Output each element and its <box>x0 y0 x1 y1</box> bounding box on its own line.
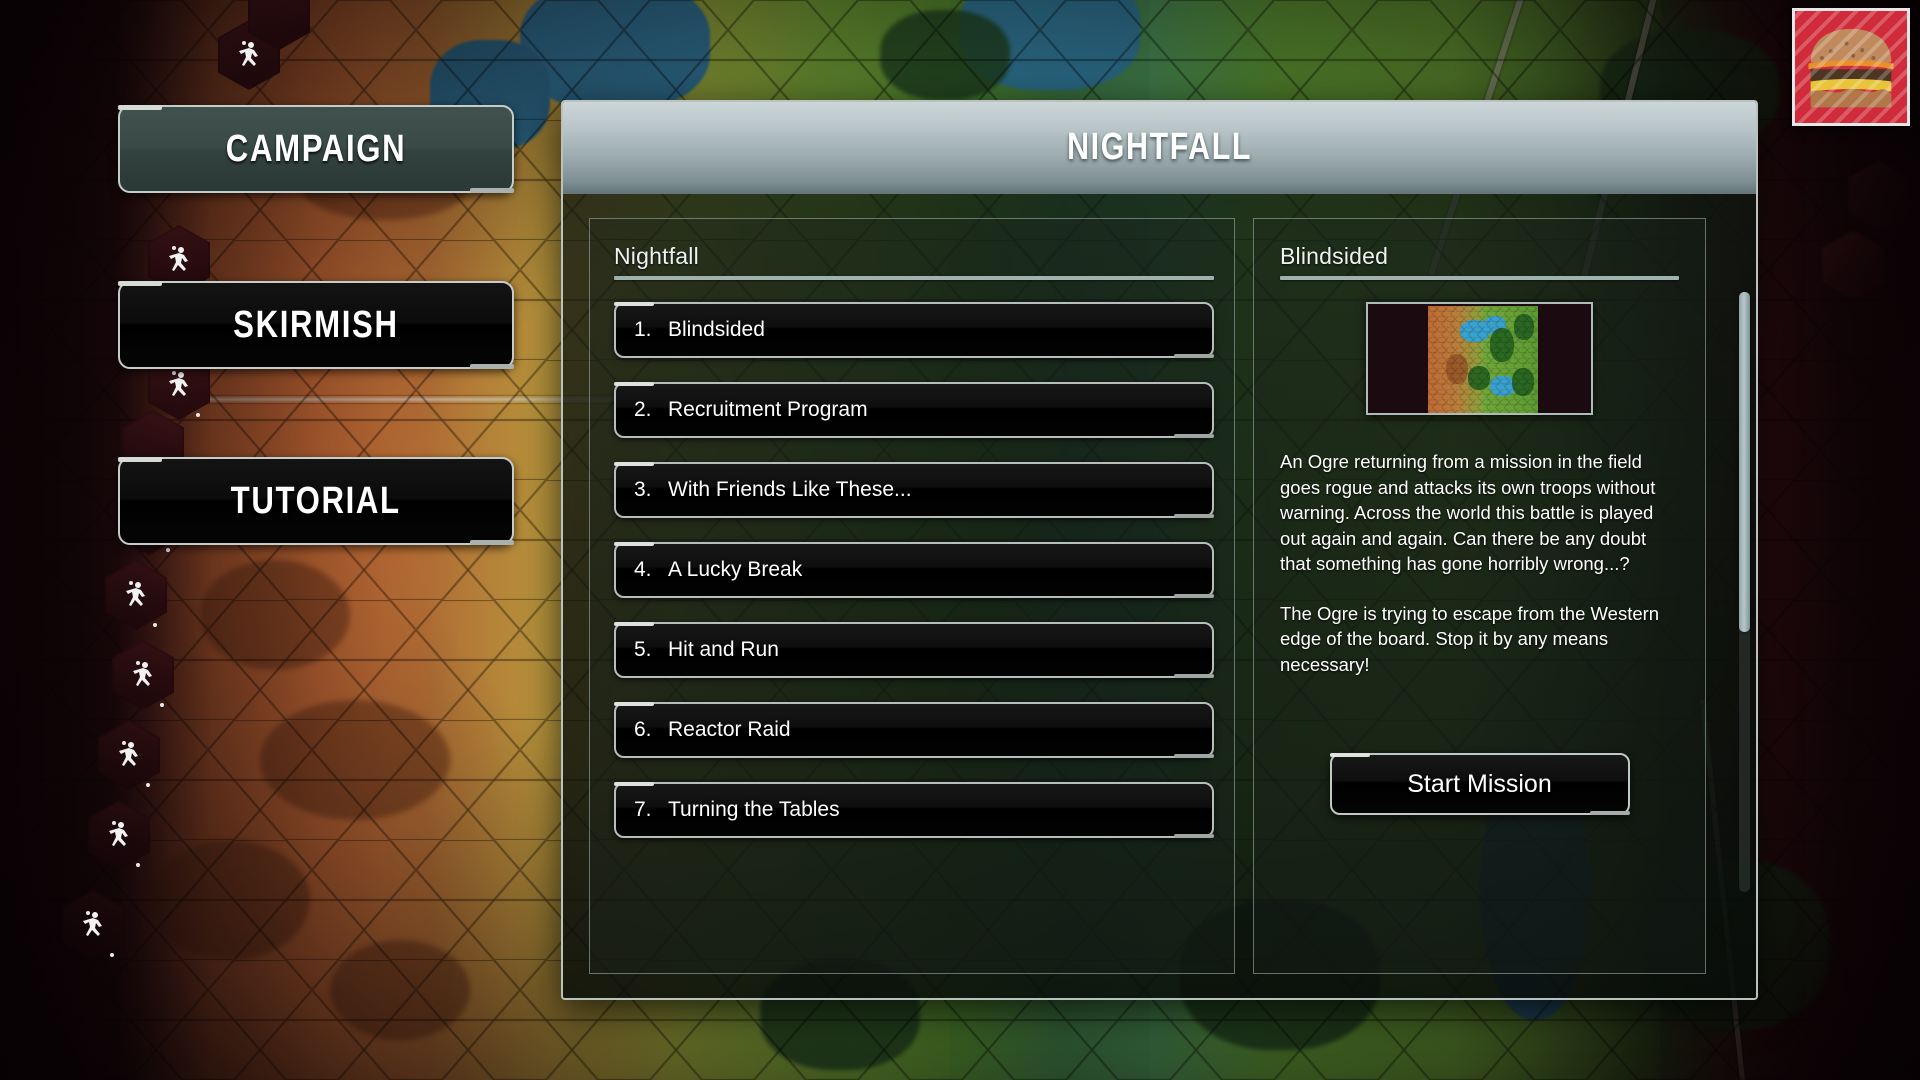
panel-divider <box>1235 218 1750 974</box>
corner-tab-icon <box>1329 753 1370 757</box>
corner-tab-icon <box>614 382 654 386</box>
infantry-unit-icon <box>109 822 128 846</box>
mission-number: 5. <box>634 638 652 661</box>
corner-tab-icon <box>470 188 514 193</box>
menu-button-tutorial[interactable]: TUTORIAL <box>118 457 514 545</box>
mission-description: An Ogre returning from a mission in the … <box>1280 449 1679 677</box>
main-menu: CAMPAIGN SKIRMISH TUTORIAL <box>118 105 514 633</box>
mission-item-4[interactable]: 4. A Lucky Break <box>614 542 1214 598</box>
heading-rule <box>1280 276 1679 280</box>
menu-button-skirmish[interactable]: SKIRMISH <box>118 281 514 369</box>
mission-name: Recruitment Program <box>668 398 868 421</box>
mission-name: Blindsided <box>668 318 765 341</box>
mission-number: 2. <box>634 398 652 421</box>
mission-detail-heading: Blindsided <box>1280 243 1389 269</box>
mission-number: 3. <box>634 478 652 501</box>
mission-detail-panel: Blindsided An Ogre returning from a miss… <box>1253 218 1706 974</box>
mission-list: 1. Blindsided 2. Recruitment Program 3. … <box>614 302 1214 838</box>
infantry-unit-icon <box>239 42 258 66</box>
hamburger-logo[interactable] <box>1792 8 1910 126</box>
mission-number: 1. <box>634 318 652 341</box>
mission-item-3[interactable]: 3. With Friends Like These... <box>614 462 1214 518</box>
corner-tab-icon <box>1174 354 1214 358</box>
corner-tab-icon <box>614 542 654 546</box>
corner-tab-icon <box>1174 434 1214 438</box>
mission-name: Reactor Raid <box>668 718 791 741</box>
thumb-hex-grid <box>1428 306 1538 413</box>
mission-name: Turning the Tables <box>668 798 840 821</box>
infantry-unit-icon <box>119 742 138 766</box>
corner-tab-icon <box>614 302 654 306</box>
corner-tab-icon <box>118 457 162 462</box>
mission-list-panel: Nightfall 1. Blindsided 2. Recruitment P… <box>589 218 1235 974</box>
start-mission-button[interactable]: Start Mission <box>1329 753 1630 815</box>
corner-tab-icon <box>614 462 654 466</box>
corner-tab-icon <box>1174 514 1214 518</box>
mission-map-thumbnail <box>1366 302 1593 415</box>
map-thumbnail-wrapper <box>1280 302 1679 415</box>
corner-tab-icon <box>614 782 654 786</box>
corner-tab-icon <box>1174 834 1214 838</box>
mission-name: A Lucky Break <box>668 558 803 581</box>
menu-button-campaign[interactable]: CAMPAIGN <box>118 105 514 193</box>
mission-item-5[interactable]: 5. Hit and Run <box>614 622 1214 678</box>
mission-description-paragraph-1: An Ogre returning from a mission in the … <box>1280 451 1656 574</box>
corner-tab-icon <box>614 702 654 706</box>
dialog-body: Nightfall 1. Blindsided 2. Recruitment P… <box>563 194 1756 998</box>
menu-button-label: TUTORIAL <box>230 479 402 522</box>
mission-list-heading: Nightfall <box>614 243 699 269</box>
mission-item-7[interactable]: 7. Turning the Tables <box>614 782 1214 838</box>
mission-name: Hit and Run <box>668 638 779 661</box>
map-thumbnail-terrain <box>1428 306 1538 413</box>
corner-tab-icon <box>1174 754 1214 758</box>
logo-stripe-overlay <box>1795 11 1907 123</box>
start-mission-label: Start Mission <box>1407 769 1552 798</box>
corner-tab-icon <box>614 622 654 626</box>
corner-tab-icon <box>470 540 514 545</box>
dialog-header: NIGHTFALL <box>563 102 1756 194</box>
heading-rule <box>614 276 1214 280</box>
corner-tab-icon <box>1174 594 1214 598</box>
infantry-unit-icon <box>83 912 102 936</box>
corner-tab-icon <box>118 281 162 286</box>
mission-number: 6. <box>634 718 652 741</box>
infantry-unit-icon <box>133 662 152 686</box>
corner-tab-icon <box>1174 674 1214 678</box>
start-mission-wrapper: Start Mission <box>1280 753 1679 815</box>
game-screen: CAMPAIGN SKIRMISH TUTORIAL NIGHTFALL Nig… <box>0 0 1920 1080</box>
menu-button-label: CAMPAIGN <box>225 127 407 170</box>
mission-description-paragraph-2: The Ogre is trying to escape from the We… <box>1280 602 1660 675</box>
mission-item-1[interactable]: 1. Blindsided <box>614 302 1214 358</box>
mission-name: With Friends Like These... <box>668 478 912 501</box>
corner-tab-icon <box>118 105 162 110</box>
mission-number: 7. <box>634 798 652 821</box>
mission-item-2[interactable]: 2. Recruitment Program <box>614 382 1214 438</box>
dialog-title: NIGHTFALL <box>1067 126 1252 168</box>
mission-number: 4. <box>634 558 652 581</box>
mission-list-scrollbar-thumb[interactable] <box>1739 292 1750 632</box>
campaign-dialog: NIGHTFALL Nightfall 1. Blindsided 2. Rec… <box>561 100 1758 1000</box>
menu-button-label: SKIRMISH <box>233 303 399 346</box>
corner-tab-icon <box>1589 811 1630 815</box>
corner-tab-icon <box>470 364 514 369</box>
mission-item-6[interactable]: 6. Reactor Raid <box>614 702 1214 758</box>
mission-list-scrollbar-track[interactable] <box>1739 292 1750 892</box>
